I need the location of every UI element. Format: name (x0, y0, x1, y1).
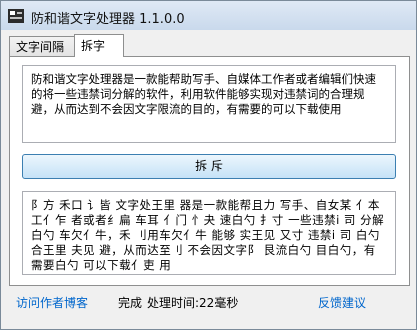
app-icon (8, 9, 24, 23)
app-window: 防和谐文字处理器 1.1.0.0 文字间隔 拆字 防和谐文字处理器是一款能帮助写… (0, 0, 417, 330)
input-textarea[interactable]: 防和谐文字处理器是一款能帮助写手、自媒体工作者或者编辑们快速的将一些违禁词分解的… (22, 65, 396, 143)
split-button[interactable]: 拆 斥 (22, 154, 396, 179)
output-textarea[interactable]: 阝方 禾口 讠皆 文字处王里 器是一款能帮且力 写手、自女某 亻本 工亻乍 者或… (22, 191, 396, 275)
tab-bar: 文字间隔 拆字 (9, 34, 409, 57)
title-bar: 防和谐文字处理器 1.1.0.0 (1, 1, 416, 30)
status-bar: 访问作者博客 完成 处理时间:22毫秒 反馈建议 (1, 291, 416, 315)
tab-text-spacing[interactable]: 文字间隔 (9, 36, 75, 56)
author-blog-link[interactable]: 访问作者博客 (16, 294, 88, 311)
window-title: 防和谐文字处理器 1.1.0.0 (31, 12, 185, 27)
tab-panel: 防和谐文字处理器是一款能帮助写手、自媒体工作者或者编辑们快速的将一些违禁词分解的… (9, 56, 410, 286)
tab-split-chars[interactable]: 拆字 (74, 34, 124, 57)
status-text: 完成 (118, 296, 143, 310)
processing-time: 处理时间:22毫秒 (147, 296, 239, 310)
feedback-link[interactable]: 反馈建议 (318, 294, 366, 311)
